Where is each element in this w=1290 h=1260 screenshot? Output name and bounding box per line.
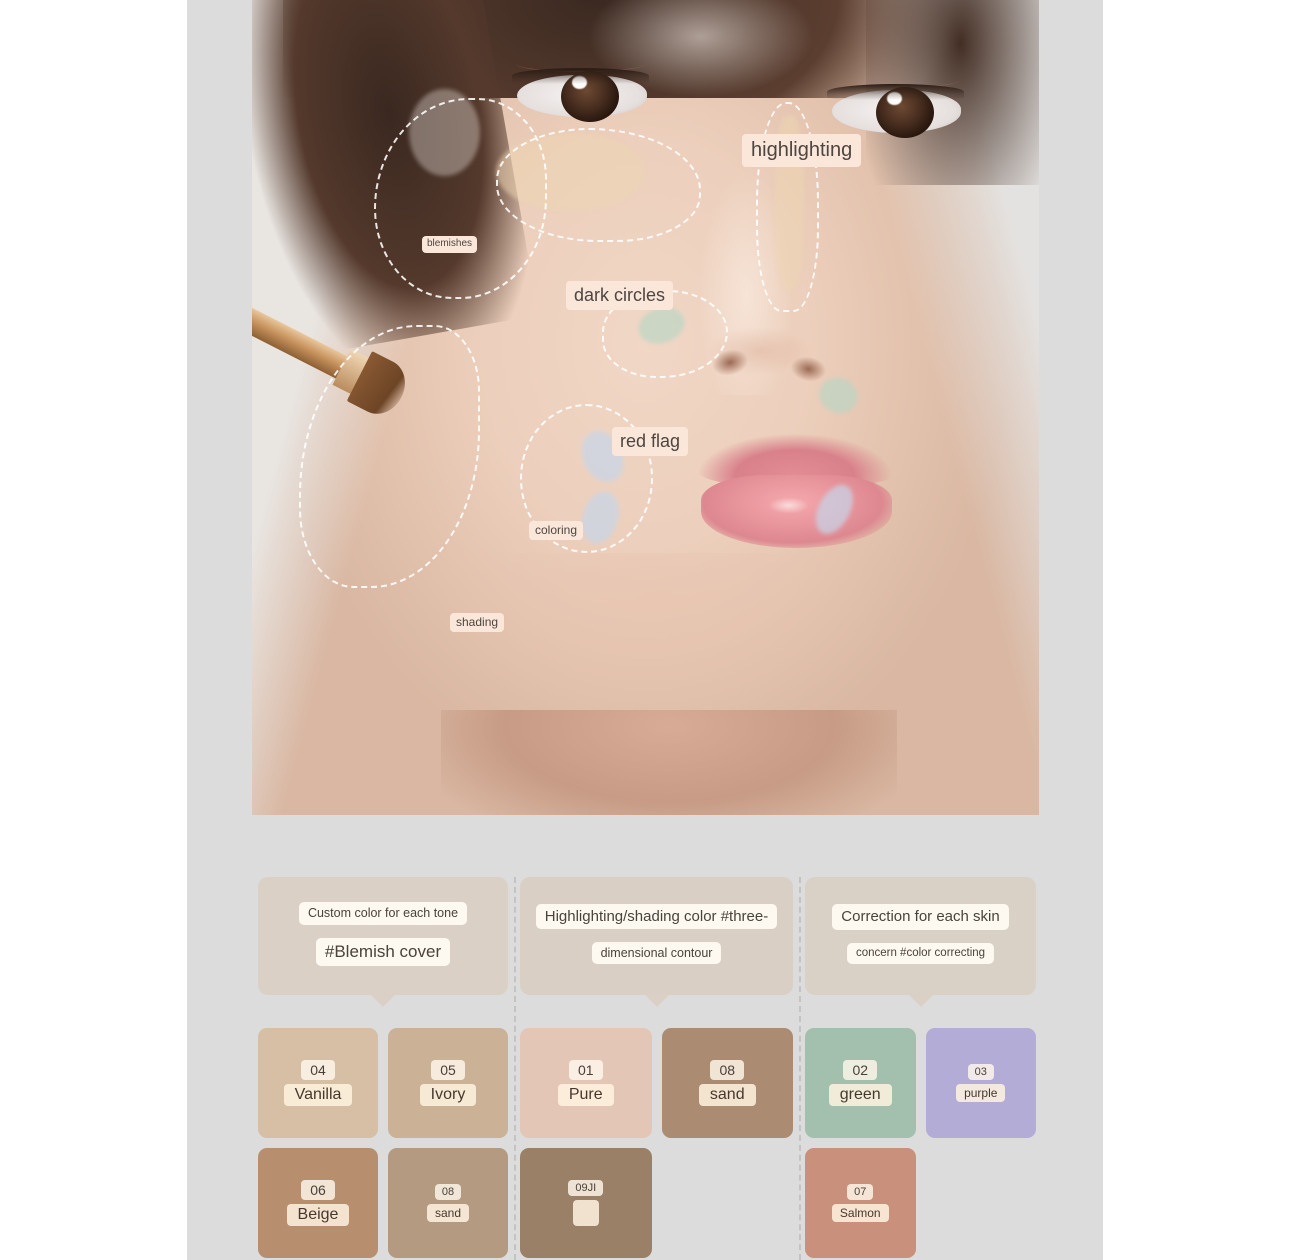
swatch-08-sand-left[interactable]: 08 sand — [388, 1148, 508, 1258]
eye-left — [511, 66, 650, 127]
swatch-name: sand — [698, 1084, 756, 1106]
face-label-blemishes: blemishes — [422, 236, 478, 253]
swatch-08-sand[interactable]: 08 sand — [661, 1028, 793, 1138]
swatch-name: Vanilla — [283, 1084, 353, 1106]
eyelash-line — [826, 84, 965, 101]
swatch-name: Beige — [286, 1204, 350, 1226]
swatch-name: Pure — [557, 1084, 614, 1106]
lips — [692, 430, 906, 549]
swatch-number: 05 — [431, 1060, 465, 1080]
callout-line-2: dimensional contour — [591, 942, 722, 965]
swatch-05-ivory[interactable]: 05 Ivory — [388, 1028, 508, 1138]
swatch-07-salmon[interactable]: 07 Salmon — [805, 1148, 916, 1258]
eyelash-line — [511, 68, 650, 85]
callout-color-correcting: Correction for each skin concern #color … — [805, 877, 1036, 995]
swatch-03-purple[interactable]: 03 purple — [925, 1028, 1036, 1138]
swatch-02-green[interactable]: 02 green — [805, 1028, 916, 1138]
swatch-06-beige[interactable]: 06 Beige — [258, 1148, 378, 1258]
callout-line-2: #Blemish cover — [315, 937, 451, 966]
swatch-number: 02 — [843, 1060, 878, 1080]
swatch-grid-contour: 01 Pure 08 sand 09JI — [520, 1028, 793, 1258]
swatch-number: 09JI — [568, 1180, 604, 1196]
swatch-number: 03 — [967, 1064, 994, 1080]
callout-contour: Highlighting/shading color #three- dimen… — [520, 877, 793, 995]
swatch-number: 01 — [568, 1060, 603, 1080]
lip-gloss-highlight — [764, 496, 812, 516]
swatch-number: 08 — [434, 1184, 462, 1200]
callout-blemish-cover: Custom color for each tone #Blemish cove… — [258, 877, 508, 995]
face-label-highlighting: highlighting — [742, 134, 862, 167]
face-label-dark-circles: dark circles — [566, 281, 674, 310]
callout-line-1: Correction for each skin — [832, 904, 1009, 930]
callout-line-1: Custom color for each tone — [298, 902, 468, 925]
column-blemish-cover: Custom color for each tone #Blemish cove… — [252, 877, 514, 1260]
swatch-number: 06 — [301, 1180, 335, 1200]
column-contour: Highlighting/shading color #three- dimen… — [514, 877, 799, 1260]
callout-line-1: Highlighting/shading color #three- — [535, 903, 778, 930]
neck — [440, 710, 898, 815]
swatch-number: 04 — [301, 1060, 335, 1080]
swatch-09ji[interactable]: 09JI — [520, 1148, 652, 1258]
swatch-name: green — [828, 1084, 892, 1106]
swatch-04-vanilla[interactable]: 04 Vanilla — [258, 1028, 378, 1138]
swatch-grid-blemish-cover: 04 Vanilla 05 Ivory 06 Beige 08 sand — [258, 1028, 508, 1258]
swatch-name: Salmon — [831, 1204, 889, 1222]
hero-face-image: highlighting blemishes dark circles red … — [252, 0, 1039, 815]
column-color-correcting: Correction for each skin concern #color … — [799, 877, 1042, 1260]
screenshot-viewport: highlighting blemishes dark circles red … — [0, 0, 1290, 1260]
face-label-coloring: coloring — [529, 521, 584, 540]
swatch-number: 07 — [847, 1184, 874, 1200]
swatch-name — [572, 1200, 599, 1226]
face-photo: highlighting blemishes dark circles red … — [252, 0, 1039, 815]
swatch-01-pure[interactable]: 01 Pure — [520, 1028, 652, 1138]
swatch-grid-color-correcting: 02 green 03 purple 07 Salmon — [805, 1028, 1036, 1258]
swatch-number: 08 — [710, 1060, 745, 1080]
face-label-shading: shading — [450, 613, 505, 632]
callout-line-2: concern #color correcting — [846, 942, 995, 964]
face-label-red-flag: red flag — [612, 427, 689, 456]
page-scrollbar-track[interactable] — [1093, 0, 1105, 1260]
product-page-column: highlighting blemishes dark circles red … — [187, 0, 1103, 1260]
swatch-name: purple — [956, 1084, 1006, 1102]
shade-guide-section: Custom color for each tone #Blemish cove… — [252, 877, 1042, 1260]
swatch-name: sand — [426, 1204, 470, 1222]
swatch-name: Ivory — [419, 1084, 477, 1106]
shade-columns: Custom color for each tone #Blemish cove… — [252, 877, 1042, 1260]
